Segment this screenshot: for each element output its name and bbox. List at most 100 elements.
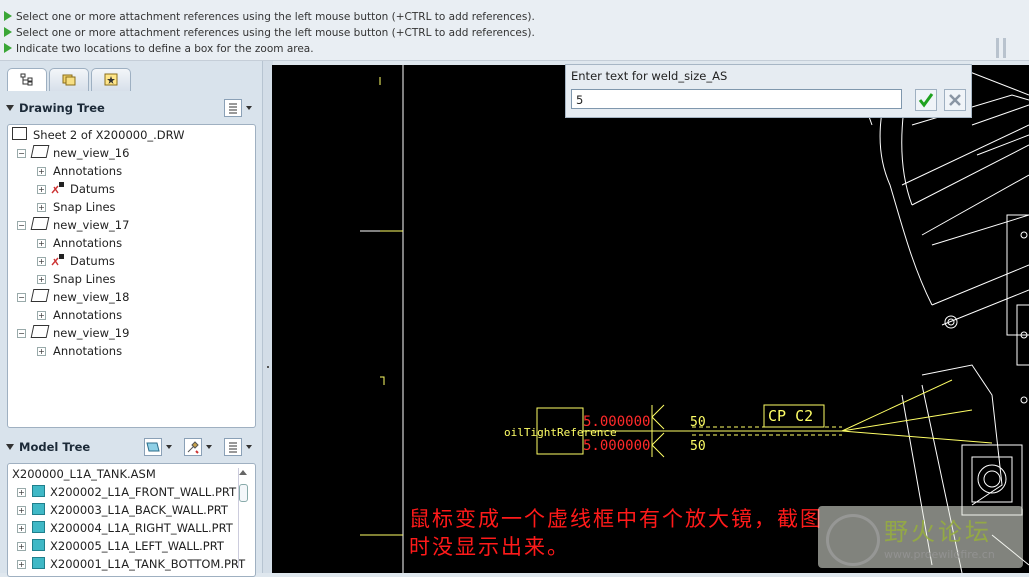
message-resize-grip[interactable] [1003, 38, 1006, 58]
scroll-thumb[interactable] [239, 484, 248, 502]
arrow-icon [4, 27, 12, 37]
arrow-icon [4, 11, 12, 21]
expand-toggle[interactable]: + [17, 542, 26, 551]
display-style-button[interactable] [144, 438, 162, 456]
view-icon [30, 145, 50, 158]
tree-root-assembly[interactable]: X200000_L1A_TANK.ASM [12, 465, 156, 483]
model-tree-header[interactable]: Model Tree [6, 436, 90, 458]
collapse-toggle[interactable]: − [17, 149, 26, 158]
expand-toggle[interactable]: + [37, 311, 46, 320]
graphics-window[interactable]: 5.000000 5.000000 oilTightReference 50 5… [272, 65, 1029, 573]
dropdown-arrow-icon[interactable] [246, 106, 252, 110]
drawing-tree-header[interactable]: Drawing Tree [6, 97, 105, 119]
message-resize-grip[interactable] [996, 38, 999, 58]
tab-favorites[interactable] [91, 68, 131, 91]
part-icon [32, 485, 45, 497]
message-line-2: Select one or more attachment references… [4, 26, 535, 41]
settings-button[interactable] [184, 438, 202, 456]
tree-item-snap-lines[interactable]: Snap Lines [53, 198, 116, 216]
scroll-up-icon[interactable] [239, 470, 247, 475]
drawing-dim-bottom[interactable]: 50 [690, 439, 706, 454]
message-area: Select one or more attachment references… [0, 0, 1029, 61]
checkmark-icon [918, 93, 934, 108]
drawing-symbol-text[interactable]: oilTightReference [504, 426, 617, 439]
expand-toggle[interactable]: + [17, 506, 26, 515]
arrow-icon [4, 43, 12, 53]
view-icon [30, 217, 50, 230]
view-icon [30, 325, 50, 338]
tree-item-part[interactable]: X200002_L1A_FRONT_WALL.PRT [32, 483, 236, 501]
view-icon [30, 289, 50, 302]
tree-item-part[interactable]: X200005_L1A_LEFT_WALL.PRT [32, 537, 224, 555]
show-list-button[interactable] [224, 99, 242, 117]
list-icon [229, 103, 237, 114]
annotation-line-1: 鼠标变成一个虚线框中有个放大镜，截图 [409, 507, 823, 531]
tree-icon [20, 73, 33, 86]
expand-toggle[interactable]: + [37, 239, 46, 248]
expand-toggle[interactable]: + [37, 185, 46, 194]
list-icon [229, 442, 237, 453]
expand-toggle[interactable]: + [17, 560, 26, 569]
annotation-line-2: 时没显示出来。 [409, 535, 570, 559]
tab-folder-browser[interactable] [49, 68, 89, 91]
message-line-1: Select one or more attachment references… [4, 10, 535, 25]
tree-item-snap-lines[interactable]: Snap Lines [53, 270, 116, 288]
tree-item-annotations[interactable]: Annotations [53, 306, 122, 324]
drawing-tree: Sheet 2 of X200000_.DRW − new_view_16 + … [7, 124, 256, 428]
weld-size-dialog: Enter text for weld_size_AS 5 [565, 64, 972, 118]
tree-item-annotations[interactable]: Annotations [53, 162, 122, 180]
grip-dot [267, 366, 269, 368]
dropdown-arrow-icon[interactable] [206, 445, 212, 449]
collapse-toggle[interactable]: − [17, 329, 26, 338]
tree-item-part[interactable]: X200001_L1A_TANK_BOTTOM.PRT [32, 555, 245, 573]
part-icon [32, 557, 45, 569]
sheet-icon [12, 127, 27, 140]
weld-size-input[interactable]: 5 [571, 89, 902, 109]
collapse-icon [6, 444, 14, 450]
drawing-dim-top[interactable]: 50 [690, 415, 706, 430]
expand-toggle[interactable]: + [37, 275, 46, 284]
accept-button[interactable] [915, 89, 937, 111]
tree-item-annotations[interactable]: Annotations [53, 234, 122, 252]
tree-item-view[interactable]: new_view_19 [30, 324, 129, 342]
expand-toggle[interactable]: + [17, 524, 26, 533]
drawing-tag[interactable]: CP C2 [768, 407, 813, 425]
tree-item-part[interactable]: X200004_L1A_RIGHT_WALL.PRT [32, 519, 233, 537]
datum-icon [51, 253, 65, 266]
model-tree: X200000_L1A_TANK.ASM + X200002_L1A_FRONT… [7, 463, 256, 577]
tree-item-annotations[interactable]: Annotations [53, 342, 122, 360]
show-list-button[interactable] [224, 438, 242, 456]
expand-toggle[interactable]: + [37, 347, 46, 356]
tree-root-sheet[interactable]: Sheet 2 of X200000_.DRW [12, 126, 185, 144]
tree-item-datums[interactable]: Datums [51, 180, 115, 198]
tab-model-tree[interactable] [7, 68, 47, 91]
datum-icon [51, 181, 65, 194]
collapse-icon [6, 105, 14, 111]
collapse-toggle[interactable]: − [17, 221, 26, 230]
dropdown-arrow-icon[interactable] [246, 445, 252, 449]
dialog-prompt: Enter text for weld_size_AS [571, 69, 728, 83]
message-line-3: Indicate two locations to define a box f… [4, 42, 314, 57]
part-icon [32, 521, 45, 533]
tools-icon [187, 441, 199, 454]
expand-toggle[interactable]: + [17, 488, 26, 497]
expand-toggle[interactable]: + [37, 167, 46, 176]
close-icon [949, 94, 961, 106]
scrollbar[interactable] [238, 468, 248, 568]
tree-item-view[interactable]: new_view_18 [30, 288, 129, 306]
expand-toggle[interactable]: + [37, 257, 46, 266]
cancel-button[interactable] [944, 89, 966, 111]
part-icon [32, 503, 45, 515]
collapse-toggle[interactable]: − [17, 293, 26, 302]
drawing-canvas[interactable]: 5.000000 5.000000 oilTightReference 50 5… [272, 65, 1029, 573]
dropdown-arrow-icon[interactable] [166, 445, 172, 449]
tree-item-part[interactable]: X200003_L1A_BACK_WALL.PRT [32, 501, 228, 519]
folder-icon [62, 74, 76, 86]
tree-item-view[interactable]: new_view_17 [30, 216, 129, 234]
forum-watermark: 野火论坛 www.proewildfire.cn [818, 506, 1023, 568]
tree-item-datums[interactable]: Datums [51, 252, 115, 270]
watermark-title: 野火论坛 [884, 518, 992, 546]
expand-toggle[interactable]: + [37, 203, 46, 212]
drawing-value-bottom[interactable]: 5.000000 [583, 438, 650, 454]
tree-item-view[interactable]: new_view_16 [30, 144, 129, 162]
